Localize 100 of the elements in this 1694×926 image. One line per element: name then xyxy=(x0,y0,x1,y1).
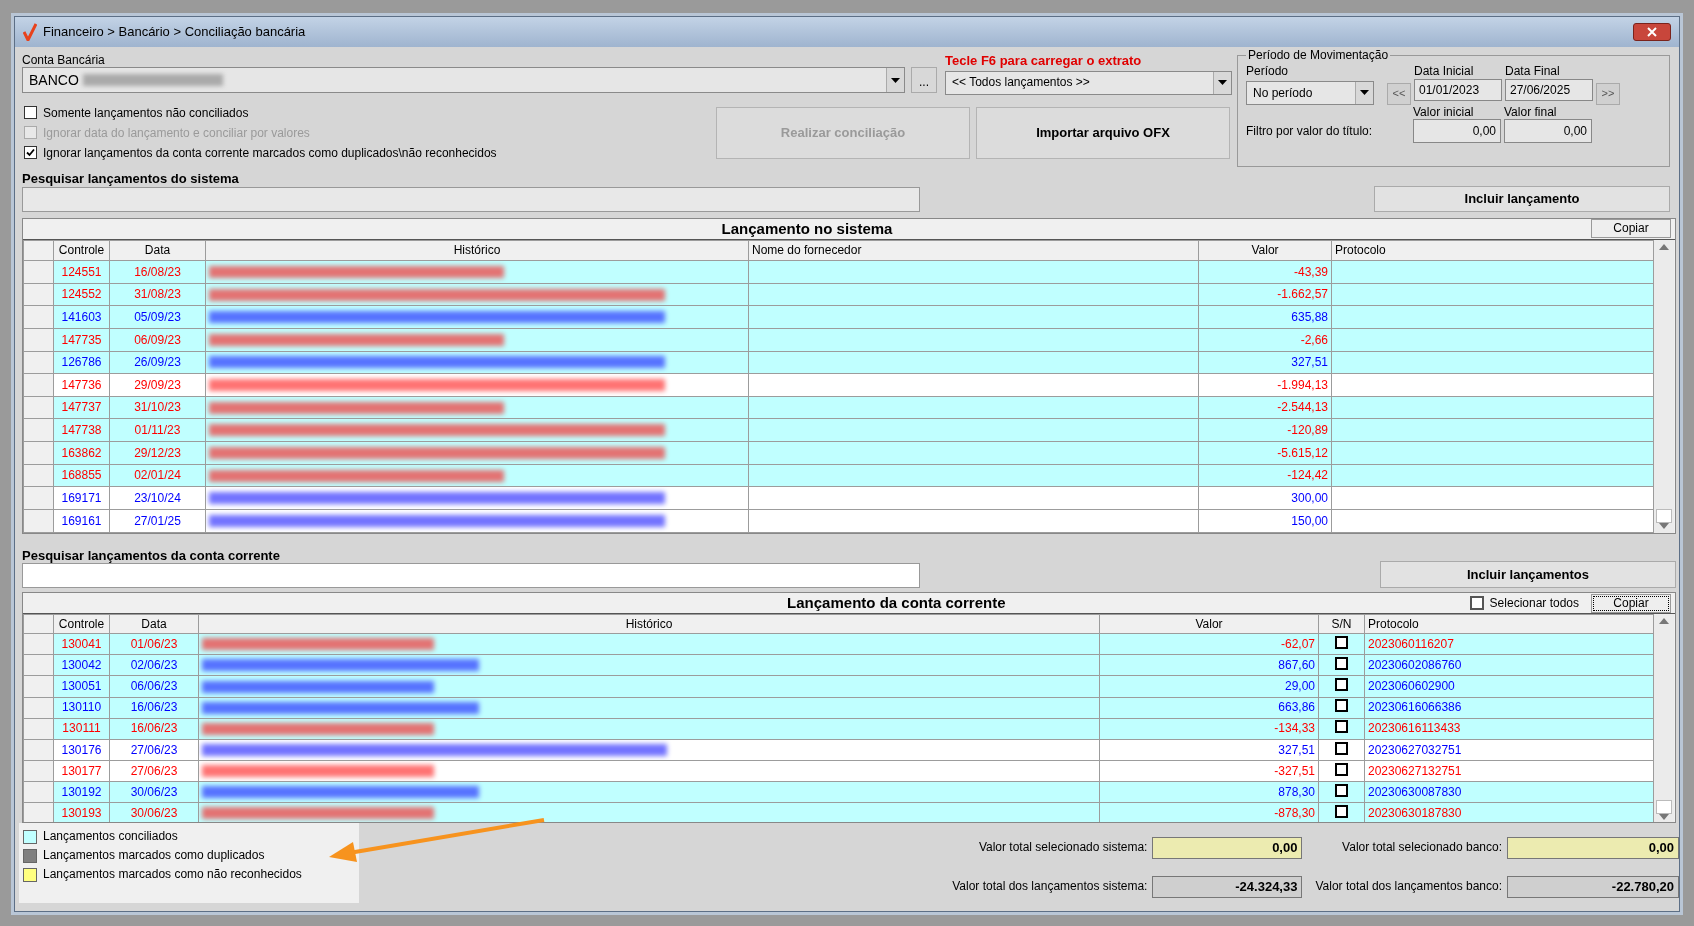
row-checkbox[interactable] xyxy=(1335,636,1348,650)
panel-title: Lançamento da conta corrente xyxy=(786,594,1007,613)
search-field[interactable] xyxy=(22,563,920,589)
scroll-up-icon[interactable] xyxy=(1659,243,1669,250)
column-header[interactable]: Data xyxy=(109,240,206,261)
legend-label: Lançamentos marcados como duplicados xyxy=(43,848,265,863)
row-header[interactable] xyxy=(23,486,54,510)
legend-label: Lançamentos marcados como não reconhecidos xyxy=(43,867,302,882)
column-header[interactable]: Protocolo xyxy=(1364,614,1654,634)
table-cell: 27/06/23 xyxy=(109,760,199,782)
row-header[interactable] xyxy=(23,760,54,782)
add-entry-button[interactable]: Incluir lançamento xyxy=(1374,185,1670,212)
row-header[interactable] xyxy=(23,373,54,397)
column-header[interactable]: Data xyxy=(109,614,199,634)
row-header[interactable] xyxy=(23,328,54,352)
next-button[interactable]: >> xyxy=(1596,82,1620,105)
row-header[interactable] xyxy=(23,260,54,284)
period-label: Período xyxy=(1246,64,1290,79)
row-header[interactable] xyxy=(23,283,54,306)
row-checkbox[interactable] xyxy=(1335,720,1348,734)
period-dropdown[interactable]: No período xyxy=(1246,80,1374,105)
panel-title: Lançamento no sistema xyxy=(720,219,894,238)
browse-button[interactable]: ... xyxy=(911,67,937,94)
legend-label: Lançamentos conciliados xyxy=(43,829,178,844)
search-field[interactable] xyxy=(22,186,920,212)
scrollbar-thumb[interactable] xyxy=(1656,800,1672,815)
checkbox-option[interactable]: Ignorar lançamentos da conta corrente marcados como duplicados\não reconhecidos xyxy=(24,142,716,163)
table-cell: 150,00 xyxy=(1198,509,1332,533)
check-icon xyxy=(25,147,36,159)
column-header[interactable]: Protocolo xyxy=(1331,240,1654,261)
row-header[interactable] xyxy=(23,509,54,533)
statement-dropdown[interactable]: << Todos lançamentos >> xyxy=(945,70,1232,95)
row-checkbox[interactable] xyxy=(1335,804,1348,818)
table-cell: 20230630087830 xyxy=(1364,781,1654,803)
row-checkbox[interactable] xyxy=(1335,762,1348,776)
previous-button[interactable]: << xyxy=(1387,82,1411,105)
window-title: Financeiro > Bancário > Conciliação bancária xyxy=(43,24,306,40)
dropdown-value: No período xyxy=(1253,85,1313,100)
row-header[interactable] xyxy=(23,396,54,419)
table-cell: 20230627132751 xyxy=(1364,760,1654,782)
row-header[interactable] xyxy=(23,464,54,487)
table-cell: 130051 xyxy=(53,675,110,698)
dropdown-caret-icon xyxy=(1355,81,1373,104)
table-cell: 130111 xyxy=(53,718,110,740)
table-cell: 169161 xyxy=(53,509,110,533)
min-value-field[interactable]: 0,00 xyxy=(1413,119,1501,144)
column-header[interactable]: Valor xyxy=(1099,614,1319,634)
column-header[interactable]: Histórico xyxy=(198,614,1100,634)
row-header[interactable] xyxy=(23,633,54,655)
total-label: Valor total dos lançamentos banco: xyxy=(1315,879,1502,894)
row-header[interactable] xyxy=(23,718,54,740)
row-header[interactable] xyxy=(23,675,54,698)
column-header[interactable]: Valor xyxy=(1198,240,1332,261)
add-entries-button[interactable]: Incluir lançamentos xyxy=(1380,561,1676,589)
table-cell: -2.544,13 xyxy=(1198,396,1332,419)
row-header[interactable] xyxy=(23,441,54,465)
row-checkbox[interactable] xyxy=(1335,783,1348,797)
row-checkbox[interactable] xyxy=(1335,657,1348,671)
row-checkbox[interactable] xyxy=(1335,678,1348,692)
row-header[interactable] xyxy=(23,802,54,823)
scrollbar-thumb[interactable] xyxy=(1656,508,1672,523)
dropdown-caret-icon xyxy=(886,68,904,93)
row-header[interactable] xyxy=(23,418,54,442)
table-cell: 26/09/23 xyxy=(109,351,206,374)
column-header[interactable]: Controle xyxy=(53,614,110,634)
table-cell: 02/06/23 xyxy=(109,654,199,676)
table-cell: 327,51 xyxy=(1198,351,1332,374)
row-header[interactable] xyxy=(23,305,54,329)
import-button[interactable]: Importar arquivo OFX xyxy=(976,106,1230,159)
row-header[interactable] xyxy=(23,654,54,676)
row-checkbox[interactable] xyxy=(1335,741,1348,755)
row-checkbox[interactable] xyxy=(1335,699,1348,713)
table-cell: 05/09/23 xyxy=(109,305,206,329)
row-header[interactable] xyxy=(23,739,54,761)
row-header[interactable] xyxy=(23,351,54,374)
table-cell: 20230602086760 xyxy=(1364,654,1654,676)
copy-button[interactable]: Copiar xyxy=(1591,593,1671,613)
copy-button[interactable]: Copiar xyxy=(1591,219,1671,239)
start-date-field[interactable]: 01/01/2023 xyxy=(1414,78,1502,101)
scroll-up-icon[interactable] xyxy=(1659,618,1669,625)
search-label: Pesquisar lançamentos da conta corrente xyxy=(22,547,281,564)
total-field: -22.780,20 xyxy=(1507,875,1679,898)
select-all-checkbox[interactable]: Selecionar todos xyxy=(1469,593,1579,614)
bank-account-dropdown[interactable]: BANCO xyxy=(22,67,905,94)
checkbox-option[interactable]: Somente lançamentos não conciliados xyxy=(24,102,716,123)
end-date-field[interactable]: 27/06/2025 xyxy=(1505,78,1593,101)
table-cell: 16/06/23 xyxy=(109,697,199,719)
row-header[interactable] xyxy=(23,697,54,719)
column-header[interactable]: Controle xyxy=(53,240,110,261)
table-cell: 2023060602900 xyxy=(1364,675,1654,698)
table-cell: -43,39 xyxy=(1198,260,1332,284)
column-header[interactable]: Histórico xyxy=(205,240,749,261)
table-cell: 16/08/23 xyxy=(109,260,206,284)
column-header[interactable]: S/N xyxy=(1318,614,1365,634)
total-field: 0,00 xyxy=(1152,836,1303,859)
row-header[interactable] xyxy=(23,781,54,803)
max-value-field[interactable]: 0,00 xyxy=(1504,119,1592,144)
dropdown-value: << Todos lançamentos >> xyxy=(952,75,1090,90)
close-button[interactable] xyxy=(1633,23,1671,41)
column-header[interactable]: Nome do fornecedor xyxy=(748,240,1199,261)
